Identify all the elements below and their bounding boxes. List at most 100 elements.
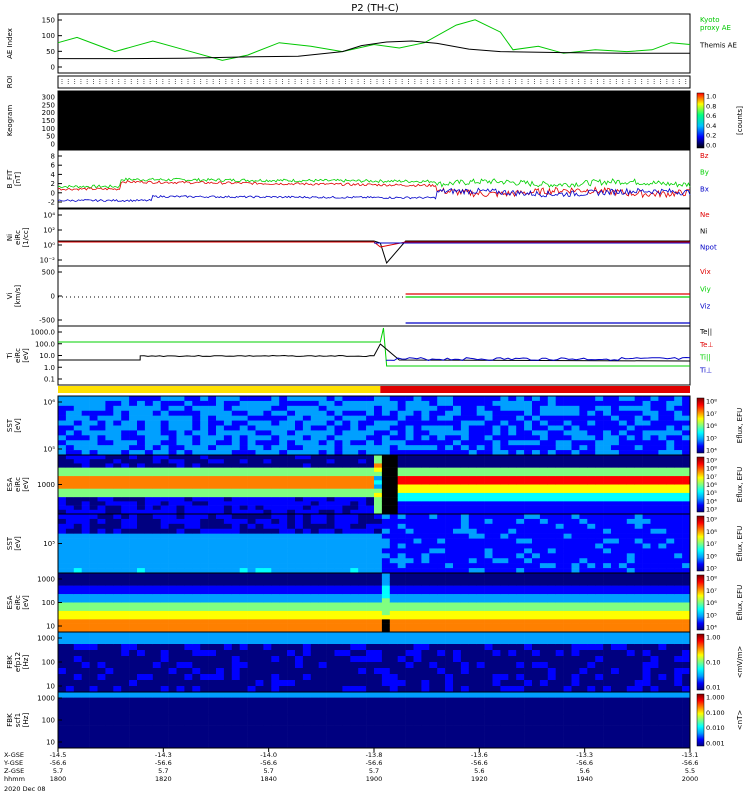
spectrogram-cell	[626, 410, 635, 416]
spectrogram-cell	[255, 538, 264, 544]
spectrogram-cell	[611, 598, 620, 603]
spectrogram-cell	[113, 602, 122, 608]
spectrogram-cell	[295, 480, 304, 485]
spectrogram-cell	[184, 455, 193, 460]
spectrogram-cell	[113, 488, 122, 494]
spectrogram-cell	[429, 514, 438, 520]
spectrogram-cell	[129, 528, 138, 534]
spectrogram-cell	[547, 471, 556, 477]
spectrogram-cell	[642, 400, 651, 407]
spectrogram-cell	[152, 488, 161, 494]
spectrogram-cell	[73, 484, 82, 490]
spectrogram-cell	[366, 563, 375, 569]
spectrogram-cell	[397, 558, 406, 564]
spectrogram-cell	[421, 455, 430, 460]
spectrogram-cell	[618, 459, 628, 464]
spectrogram-cell	[445, 585, 454, 591]
spectrogram-cell	[263, 405, 272, 412]
spectrogram-cell	[113, 573, 122, 578]
spectrogram-cell	[239, 573, 248, 578]
spectrogram-cell	[397, 459, 406, 464]
spectrogram-cell	[650, 480, 659, 485]
panel-ylabel: ESA	[6, 595, 14, 609]
spectrogram-cell	[342, 467, 351, 473]
spectrogram-cell	[492, 430, 501, 436]
spectrogram-cell	[318, 533, 327, 539]
spectrogram-cell	[366, 581, 375, 586]
spectrogram-cell	[413, 662, 422, 669]
spectrogram-cell	[626, 435, 635, 441]
spectrogram-cell	[152, 435, 161, 441]
spectrogram-cell	[239, 488, 248, 494]
spectrogram-cell	[176, 581, 185, 586]
spectrogram-cell	[295, 581, 304, 586]
spectrogram-cell	[618, 435, 628, 441]
spectrogram-cell	[374, 440, 383, 446]
spectrogram-cell	[595, 455, 604, 460]
spectrogram-cell	[460, 463, 470, 468]
spectrogram-cell	[595, 598, 604, 603]
spectrogram-cell	[247, 400, 256, 407]
spectrogram-cell	[342, 435, 351, 441]
spectrogram-cell	[97, 680, 106, 687]
spectrogram-cell	[200, 410, 209, 416]
colorbar-tick: 0.0	[706, 142, 716, 150]
spectrogram-cell	[618, 476, 628, 481]
spectrogram-cell	[121, 656, 130, 663]
spectrogram-cell	[247, 668, 256, 675]
spectrogram-cell	[223, 480, 233, 485]
spectrogram-cell	[223, 610, 233, 616]
spectrogram-cell	[350, 680, 359, 687]
spectrogram-cell	[302, 610, 312, 616]
spectrogram-cell	[587, 563, 596, 569]
spectrogram-cell	[366, 538, 375, 544]
spectrogram-cell	[318, 680, 327, 687]
spectrogram-cell	[81, 598, 90, 603]
spectrogram-cell	[334, 548, 343, 554]
spectrogram-cell	[279, 553, 288, 559]
spectrogram-cell	[500, 581, 509, 586]
spectrogram-cell	[579, 615, 588, 620]
spectrogram-cell	[58, 501, 67, 506]
spectrogram-cell	[184, 425, 193, 431]
spectrogram-cell	[176, 602, 185, 608]
spectrogram-cell	[674, 467, 683, 473]
spectrogram-cell	[89, 400, 98, 407]
spectrogram-cell	[405, 533, 414, 539]
spectrogram-cell	[152, 553, 161, 559]
spectrogram-cell	[374, 674, 383, 681]
spectrogram-cell	[350, 650, 359, 657]
spectrogram-cell	[129, 548, 138, 554]
spectrogram-cell	[287, 594, 296, 599]
spectrogram-cell	[397, 420, 406, 426]
spectrogram-cell	[65, 415, 75, 421]
spectrogram-cell	[208, 650, 217, 657]
spectrogram-cell	[366, 405, 375, 412]
spectrogram-cell	[247, 615, 256, 620]
spectrogram-cell	[208, 459, 217, 464]
spectrogram-cell	[666, 505, 675, 511]
spectrogram-cell	[571, 501, 580, 506]
spectrogram-cell	[318, 415, 327, 421]
spectrogram-cell	[287, 615, 296, 620]
spectrogram-cell	[413, 459, 422, 464]
spectrogram-cell	[405, 505, 414, 511]
spectrogram-cell	[445, 415, 454, 421]
spectrogram-cell	[310, 686, 319, 693]
spectrogram-cell	[342, 650, 351, 657]
spectrogram-cell	[295, 638, 304, 645]
spectrogram-cell	[318, 632, 327, 639]
spectrogram-cell	[555, 459, 564, 464]
spectrogram-cell	[168, 400, 177, 407]
spectrogram-cell	[397, 488, 406, 494]
spectrogram-cell	[73, 440, 82, 446]
spectrogram-cell	[611, 602, 620, 608]
spectrogram-cell	[279, 505, 288, 511]
spectrogram-cell	[555, 533, 564, 539]
spectrogram-cell	[97, 445, 106, 451]
spectrogram-cell	[674, 558, 683, 564]
spectrogram-cell	[200, 430, 209, 436]
spectrogram-cell	[239, 471, 248, 477]
spectrogram-cell	[682, 610, 691, 616]
spectrogram-cell	[184, 400, 193, 407]
